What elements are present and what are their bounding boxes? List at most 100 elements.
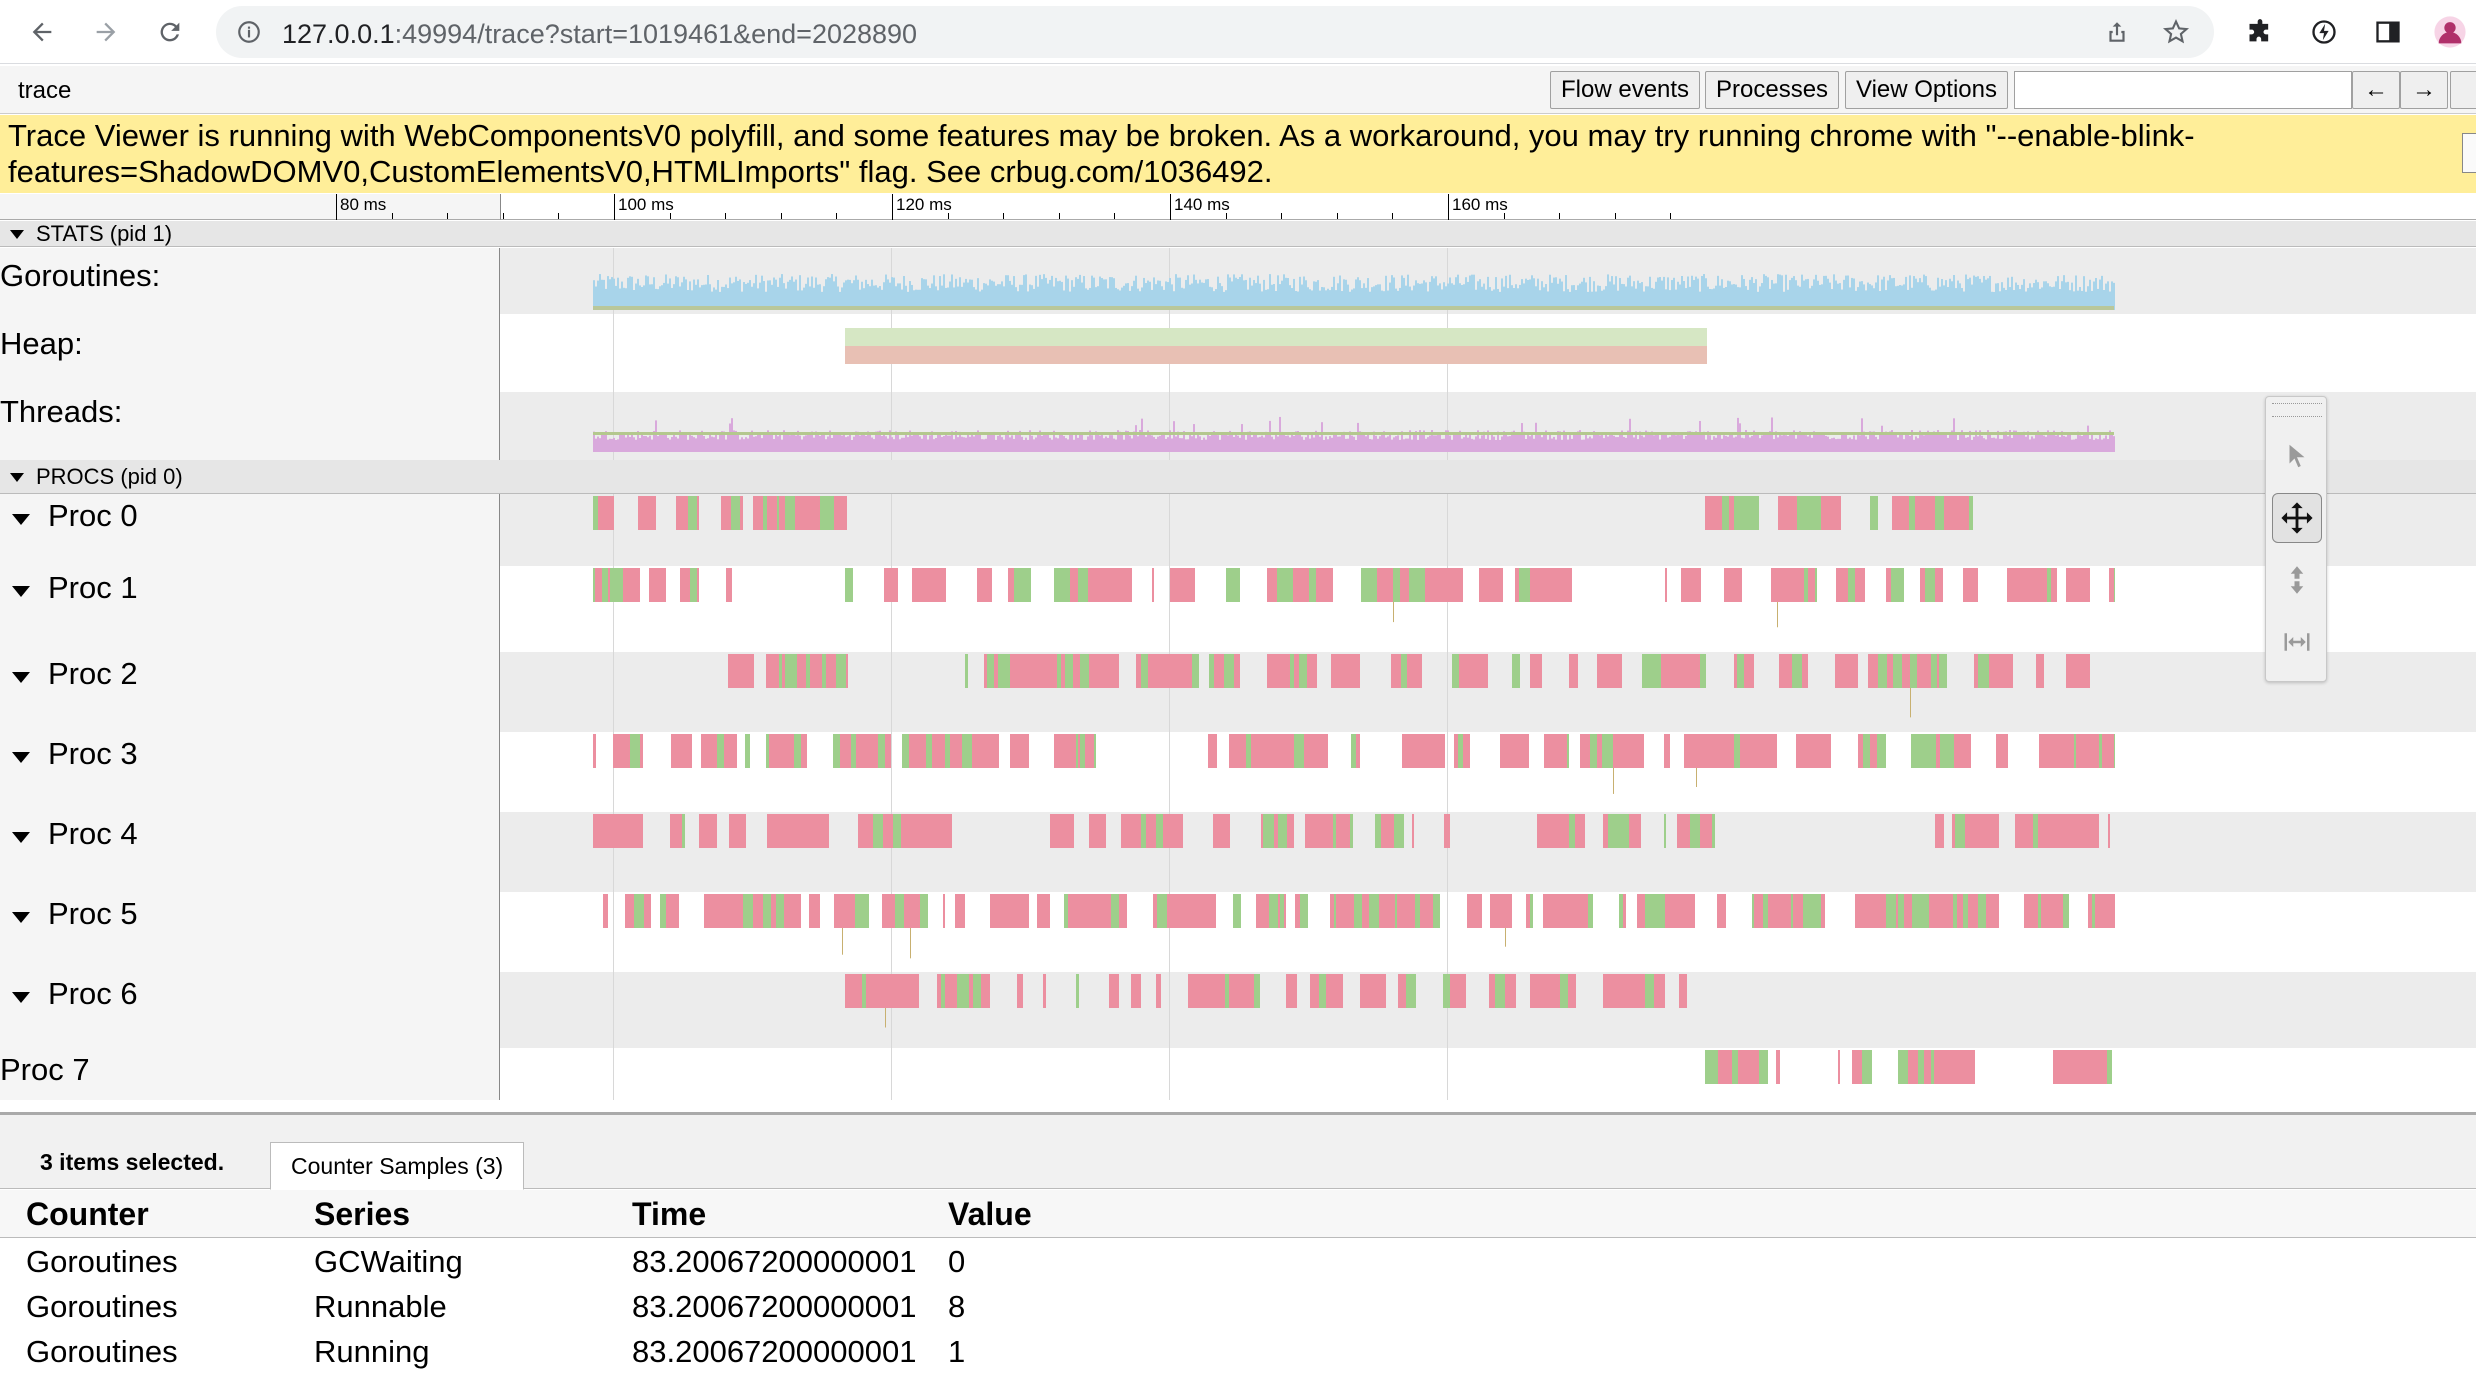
threads-sample[interactable] bbox=[1505, 434, 1507, 452]
threads-sample[interactable] bbox=[971, 434, 973, 452]
proc-slice[interactable] bbox=[1680, 654, 1687, 688]
proc-slice[interactable] bbox=[1835, 654, 1843, 688]
goroutines-sample[interactable] bbox=[1075, 277, 1077, 310]
proc-slice[interactable] bbox=[1551, 734, 1561, 768]
threads-sample[interactable] bbox=[1055, 437, 1057, 452]
goroutines-sample[interactable] bbox=[861, 281, 863, 310]
proc-slice[interactable] bbox=[1728, 1050, 1732, 1084]
proc-slices[interactable] bbox=[501, 892, 2476, 972]
threads-sample[interactable] bbox=[1273, 439, 1275, 452]
proc-slice[interactable] bbox=[680, 568, 690, 602]
goroutines-sample[interactable] bbox=[1521, 279, 1523, 310]
goroutines-sample[interactable] bbox=[631, 276, 633, 310]
threads-sample[interactable] bbox=[1305, 437, 1307, 452]
proc-slice[interactable] bbox=[1299, 654, 1307, 688]
proc-slice[interactable] bbox=[2078, 734, 2084, 768]
proc-slice[interactable] bbox=[1952, 814, 1955, 848]
proc-slice[interactable] bbox=[1779, 894, 1782, 928]
threads-sample[interactable] bbox=[707, 438, 709, 452]
threads-sample[interactable] bbox=[2011, 437, 2013, 452]
threads-sample[interactable] bbox=[1921, 433, 1923, 452]
threads-sample[interactable] bbox=[2033, 438, 2035, 452]
threads-sample[interactable] bbox=[1049, 437, 1051, 452]
proc-slice[interactable] bbox=[1304, 734, 1312, 768]
proc-slice[interactable] bbox=[2029, 894, 2031, 928]
threads-sample[interactable] bbox=[1103, 438, 1105, 452]
goroutines-sample[interactable] bbox=[1887, 280, 1889, 310]
proc-slice[interactable] bbox=[1899, 568, 1904, 602]
proc-slice[interactable] bbox=[782, 814, 789, 848]
proc-slice[interactable] bbox=[1937, 894, 1940, 928]
proc-slice[interactable] bbox=[1681, 568, 1684, 602]
threads-sample[interactable] bbox=[937, 433, 939, 452]
proc-slice[interactable] bbox=[1470, 654, 1478, 688]
proc-slice[interactable] bbox=[942, 568, 946, 602]
expand-triangle-icon[interactable] bbox=[12, 672, 30, 683]
goroutines-sample[interactable] bbox=[983, 283, 985, 310]
proc-slice[interactable] bbox=[1136, 654, 1141, 688]
threads-sample[interactable] bbox=[957, 437, 959, 452]
proc-slice[interactable] bbox=[1700, 814, 1702, 848]
threads-sample[interactable] bbox=[1417, 439, 1419, 452]
threads-sample[interactable] bbox=[1321, 422, 1323, 452]
goroutines-sample[interactable] bbox=[2055, 281, 2057, 310]
proc-slice[interactable] bbox=[1715, 1050, 1718, 1084]
proc-slice[interactable] bbox=[901, 814, 907, 848]
goroutines-sample[interactable] bbox=[1457, 274, 1459, 310]
proc-slice[interactable] bbox=[1908, 1050, 1918, 1084]
threads-sample[interactable] bbox=[715, 434, 717, 452]
goroutines-sample[interactable] bbox=[1433, 278, 1435, 310]
threads-sample[interactable] bbox=[1611, 434, 1613, 452]
goroutines-sample[interactable] bbox=[1761, 283, 1763, 310]
threads-sample[interactable] bbox=[1097, 434, 1099, 452]
goroutines-sample[interactable] bbox=[1743, 278, 1745, 310]
goroutines-sample[interactable] bbox=[827, 277, 829, 310]
proc-slice[interactable] bbox=[1338, 814, 1340, 848]
proc-slice[interactable] bbox=[2108, 814, 2110, 848]
threads-sample[interactable] bbox=[729, 423, 731, 452]
goroutines-sample[interactable] bbox=[2057, 276, 2059, 310]
proc-slice[interactable] bbox=[1764, 734, 1772, 768]
proc-slice[interactable] bbox=[612, 814, 620, 848]
goroutines-sample[interactable] bbox=[739, 279, 741, 310]
proc-slice[interactable] bbox=[1737, 654, 1744, 688]
proc-slice[interactable] bbox=[1877, 734, 1886, 768]
threads-sample[interactable] bbox=[835, 434, 837, 452]
proc-slice[interactable] bbox=[779, 496, 785, 530]
threads-sample[interactable] bbox=[693, 437, 695, 452]
proc-slice[interactable] bbox=[1446, 814, 1449, 848]
goroutines-sample[interactable] bbox=[1147, 280, 1149, 310]
threads-sample[interactable] bbox=[731, 418, 733, 452]
goroutines-sample[interactable] bbox=[1113, 278, 1115, 310]
threads-sample[interactable] bbox=[807, 433, 809, 452]
proc-slice[interactable] bbox=[2109, 568, 2111, 602]
proc-slice[interactable] bbox=[957, 974, 962, 1008]
threads-sample[interactable] bbox=[1529, 436, 1531, 452]
proc-slice[interactable] bbox=[2042, 814, 2051, 848]
proc-slice[interactable] bbox=[1152, 568, 1154, 602]
threads-sample[interactable] bbox=[597, 436, 599, 452]
threads-sample[interactable] bbox=[1633, 437, 1635, 452]
threads-sample[interactable] bbox=[935, 438, 937, 452]
tab-counter-samples[interactable]: Counter Samples (3) bbox=[270, 1142, 525, 1190]
proc-slice[interactable] bbox=[1569, 814, 1575, 848]
goroutines-sample[interactable] bbox=[789, 279, 791, 310]
threads-sample[interactable] bbox=[1763, 433, 1765, 452]
threads-sample[interactable] bbox=[1693, 434, 1695, 452]
threads-sample[interactable] bbox=[897, 432, 899, 452]
proc-slice[interactable] bbox=[2055, 568, 2057, 602]
proc-slice[interactable] bbox=[1319, 734, 1328, 768]
proc-slice[interactable] bbox=[1045, 654, 1048, 688]
proc-slice[interactable] bbox=[1788, 496, 1797, 530]
goroutines-sample[interactable] bbox=[959, 277, 961, 310]
goroutines-sample[interactable] bbox=[1105, 279, 1107, 310]
proc-slice[interactable] bbox=[1450, 974, 1455, 1008]
proc-slice[interactable] bbox=[1925, 654, 1931, 688]
threads-sample[interactable] bbox=[1819, 433, 1821, 452]
proc-slice[interactable] bbox=[1968, 894, 1978, 928]
goroutines-sample[interactable] bbox=[1143, 277, 1145, 310]
proc-slice[interactable] bbox=[1377, 568, 1387, 602]
goroutines-sample[interactable] bbox=[767, 280, 769, 310]
proc-slice[interactable] bbox=[1684, 568, 1692, 602]
threads-sample[interactable] bbox=[1069, 432, 1071, 452]
